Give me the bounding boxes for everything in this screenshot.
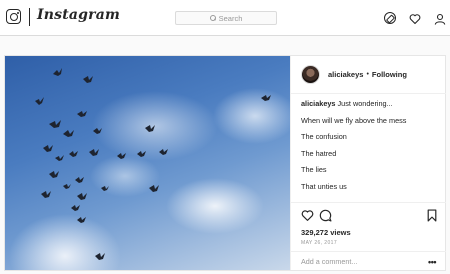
caption-line: When will we fly above the mess: [301, 115, 407, 125]
caption-line: Just wondering...: [337, 99, 393, 108]
caption-line: The hatred: [301, 148, 337, 158]
post-photo[interactable]: [5, 56, 290, 270]
post-actions: 329,272 views MAY 26, 2017 Add a comment…: [291, 202, 446, 270]
compass-icon[interactable]: [384, 12, 396, 24]
post-date[interactable]: MAY 26, 2017: [301, 240, 337, 246]
search-placeholder: Search: [218, 13, 243, 23]
post-card: aliciakeys • Following aliciakeys Just w…: [4, 55, 446, 271]
separator-dot: •: [366, 71, 369, 78]
instagram-camera-icon[interactable]: [6, 9, 21, 24]
instagram-wordmark[interactable]: Instagram: [37, 7, 120, 23]
logo-divider: [29, 8, 30, 26]
more-options-icon[interactable]: •••: [428, 257, 436, 266]
post-owner-username[interactable]: aliciakeys: [328, 70, 363, 79]
search-icon: [209, 15, 216, 21]
comment-box: Add a comment... •••: [291, 251, 446, 271]
birds-illustration: [35, 68, 271, 260]
post-caption: aliciakeys Just wondering... When will w…: [301, 98, 441, 198]
comment-bubble-icon[interactable]: [319, 209, 332, 227]
caption-first-line: aliciakeys Just wondering...: [301, 98, 441, 109]
search-input[interactable]: Search: [175, 11, 277, 25]
caption-line: The confusion: [301, 132, 347, 142]
top-navigation-bar: Instagram Search: [0, 0, 450, 36]
comment-input[interactable]: Add a comment...: [301, 257, 357, 266]
view-count: 329,272 views: [301, 228, 351, 237]
avatar[interactable]: [301, 65, 320, 84]
post-header: aliciakeys • Following: [291, 56, 446, 94]
caption-line: That unties us: [301, 181, 347, 191]
caption-username[interactable]: aliciakeys: [301, 99, 336, 108]
post-side-panel: aliciakeys • Following aliciakeys Just w…: [290, 56, 446, 270]
caption-line: The lies: [301, 165, 327, 175]
heart-icon[interactable]: [409, 12, 421, 25]
like-heart-icon[interactable]: [301, 209, 314, 227]
person-icon[interactable]: [434, 12, 446, 25]
following-button[interactable]: Following: [372, 70, 407, 79]
bookmark-icon[interactable]: [426, 209, 438, 227]
